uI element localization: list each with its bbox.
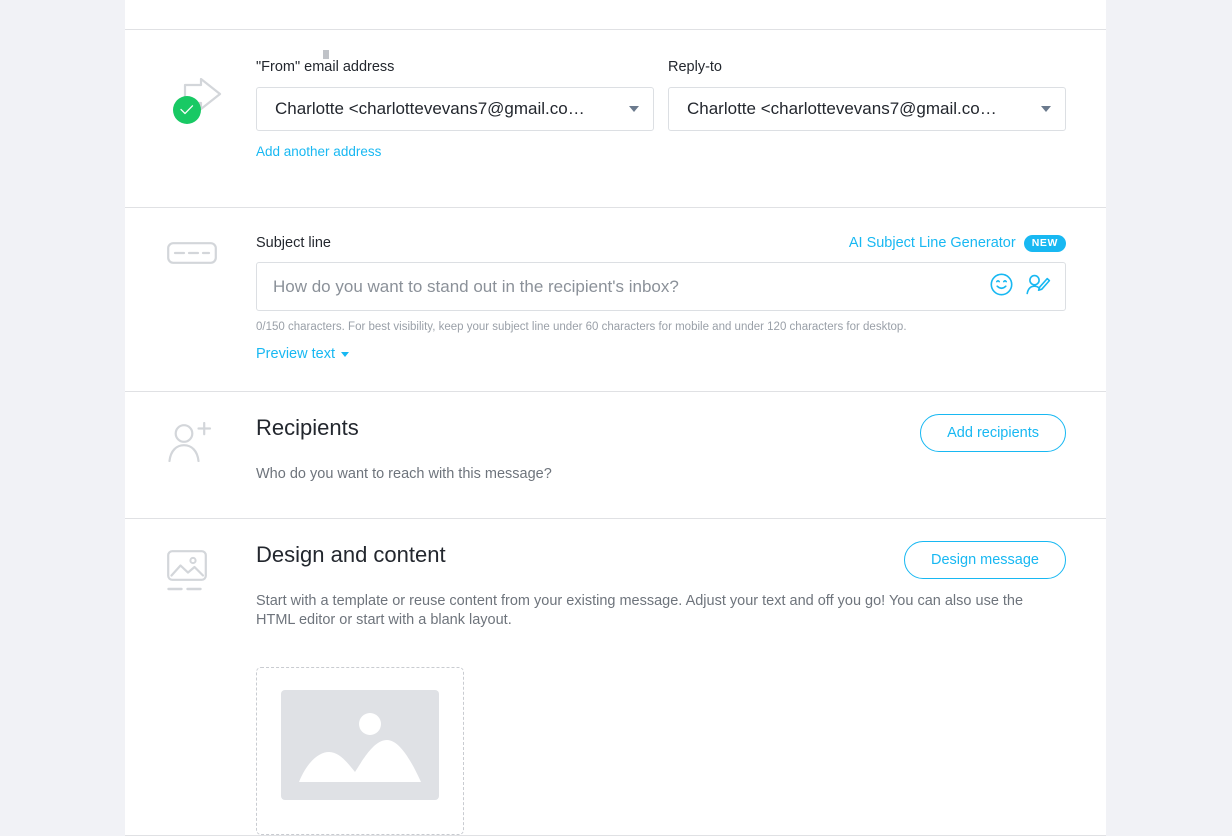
section-design-and-content: Design and content Design message Start … xyxy=(125,519,1106,836)
from-email-select[interactable]: Charlotte <charlottevevans7@gmail.co… xyxy=(256,87,654,131)
from-email-label: "From" email address xyxy=(256,59,395,75)
chevron-down-icon xyxy=(1041,106,1051,112)
from-email-field-group: "From" email address Charlotte <charlott… xyxy=(256,58,654,161)
ai-subject-line-generator[interactable]: AI Subject Line Generator NEW xyxy=(849,234,1066,252)
preview-text-label: Preview text xyxy=(256,346,335,362)
subject-character-hint: 0/150 characters. For best visibility, k… xyxy=(256,321,907,333)
subject-input-wrapper[interactable] xyxy=(256,262,1066,311)
recipients-section-body: Recipients Add recipients Who do you wan… xyxy=(256,414,1106,484)
subject-section-body: Subject line AI Subject Line Generator N… xyxy=(256,234,1106,363)
template-card[interactable] xyxy=(256,667,464,835)
preview-text-toggle[interactable]: Preview text xyxy=(256,345,349,363)
section-above-partial xyxy=(125,0,1106,30)
subject-line-icon xyxy=(167,242,256,269)
from-section-body: "From" email address Charlotte <charlott… xyxy=(256,58,1106,161)
section-from-address: "From" email address Charlotte <charlott… xyxy=(125,30,1106,208)
subject-section-gutter xyxy=(125,234,256,363)
new-badge: NEW xyxy=(1023,234,1066,252)
design-section-body: Design and content Design message Start … xyxy=(256,541,1106,835)
green-check-circle-icon xyxy=(173,96,201,124)
design-description: Start with a template or reuse content f… xyxy=(256,593,1024,628)
from-section-gutter xyxy=(125,58,256,161)
mouse-cursor-artifact xyxy=(323,50,329,59)
recipients-section-gutter xyxy=(125,414,256,484)
chevron-down-icon xyxy=(629,106,639,112)
reply-to-value: Charlotte <charlottevevans7@gmail.co… xyxy=(687,99,997,118)
recipients-description: Who do you want to reach with this messa… xyxy=(256,466,552,482)
reply-to-select[interactable]: Charlotte <charlottevevans7@gmail.co… xyxy=(668,87,1066,131)
design-message-button[interactable]: Design message xyxy=(904,541,1066,579)
section-recipients: Recipients Add recipients Who do you wan… xyxy=(125,392,1106,519)
from-email-value: Charlotte <charlottevevans7@gmail.co… xyxy=(275,99,585,118)
image-content-icon xyxy=(167,550,256,600)
ai-subject-line-generator-label[interactable]: AI Subject Line Generator xyxy=(849,234,1016,252)
recipients-title: Recipients xyxy=(256,415,359,440)
campaign-builder-panel: "From" email address Charlotte <charlott… xyxy=(125,0,1106,836)
smiley-face-icon[interactable] xyxy=(990,273,1013,301)
reply-to-label: Reply-to xyxy=(668,59,722,75)
design-section-gutter xyxy=(125,541,256,835)
share-arrow-icon xyxy=(163,78,225,124)
chevron-down-icon xyxy=(340,351,349,357)
person-add-icon xyxy=(167,421,256,467)
image-placeholder-icon xyxy=(281,690,439,800)
person-edit-icon[interactable] xyxy=(1025,273,1051,301)
subject-line-label: Subject line xyxy=(256,235,331,251)
subject-input[interactable] xyxy=(271,274,990,299)
add-another-address-link[interactable]: Add another address xyxy=(256,143,381,160)
design-title: Design and content xyxy=(256,542,446,567)
add-recipients-button[interactable]: Add recipients xyxy=(920,414,1066,452)
reply-to-field-group: Reply-to Charlotte <charlottevevans7@gma… xyxy=(668,58,1066,161)
section-subject-line: Subject line AI Subject Line Generator N… xyxy=(125,208,1106,392)
